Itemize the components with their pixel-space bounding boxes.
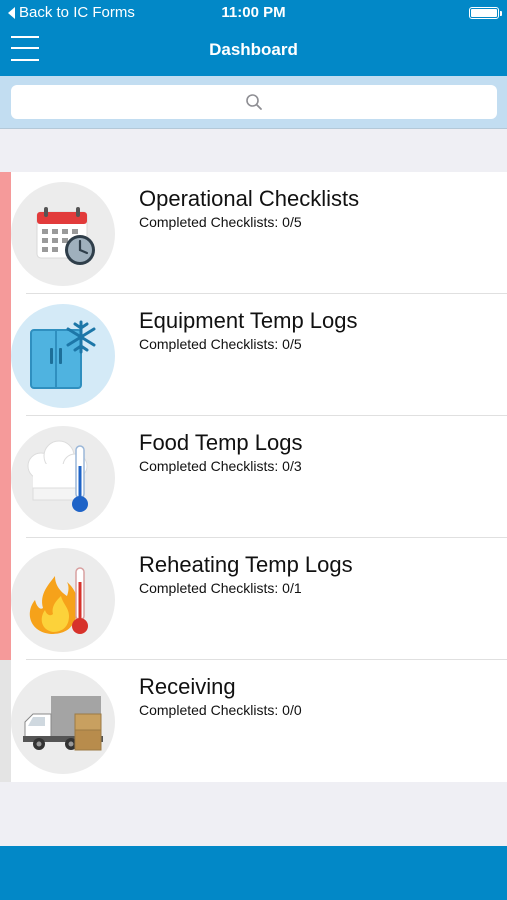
search-field[interactable] [11,85,497,119]
completed-count: Completed Checklists: 0/1 [139,580,302,596]
search-bar [0,76,507,129]
category-list: Operational Checklists Completed Checkli… [0,172,507,782]
list-item-receiving[interactable]: Receiving Completed Checklists: 0/0 [0,660,507,782]
bottom-bar [0,846,507,900]
status-stripe [0,172,11,294]
completed-count: Completed Checklists: 0/5 [139,214,302,230]
category-name: Operational Checklists [139,186,360,211]
freezer-icon [11,304,115,408]
category-name: Reheating Temp Logs [139,552,353,577]
category-name: Receiving [139,674,236,699]
completed-count: Completed Checklists: 0/0 [139,702,302,718]
delivery-truck-icon [11,670,115,774]
search-input[interactable] [11,85,497,119]
category-name: Food Temp Logs [139,430,303,455]
calendar-clock-icon [11,182,115,286]
page-title: Dashboard [209,40,298,59]
chef-hat-thermometer-icon [11,426,115,530]
list-item-operational-checklists[interactable]: Operational Checklists Completed Checkli… [0,172,507,294]
battery-icon [469,7,502,19]
completed-count: Completed Checklists: 0/5 [139,336,302,352]
list-item-food-temp-logs[interactable]: Food Temp Logs Completed Checklists: 0/3 [0,416,507,538]
category-name: Equipment Temp Logs [139,308,358,333]
status-time: 11:00 PM [221,4,286,21]
status-stripe [0,294,11,416]
list-item-equipment-temp-logs[interactable]: Equipment Temp Logs Completed Checklists… [0,294,507,416]
status-stripe [0,416,11,538]
status-bar: Back to IC Forms 11:00 PM [0,0,507,26]
list-item-reheating-temp-logs[interactable]: Reheating Temp Logs Completed Checklists… [0,538,507,660]
flame-thermometer-icon [11,548,115,652]
status-stripe [0,538,11,660]
completed-count: Completed Checklists: 0/3 [139,458,302,474]
status-stripe [0,660,11,782]
nav-bar: Dashboard [0,26,507,76]
